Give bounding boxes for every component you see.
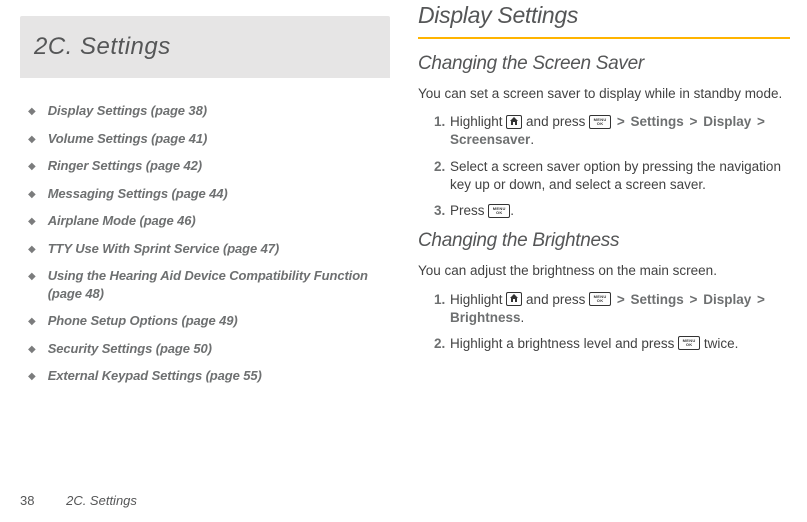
bullet-icon: ◆ [28, 243, 36, 257]
path-display: Display [703, 114, 751, 129]
path-display: Display [703, 292, 751, 307]
path-settings: Settings [631, 114, 684, 129]
bullet-icon: ◆ [28, 160, 36, 174]
menu-ok-icon: MENUOK [678, 336, 700, 350]
page-footer: 38 2C. Settings [20, 493, 137, 508]
toc-label: Phone Setup Options (page 49) [48, 312, 238, 330]
gt-icon: > [755, 114, 767, 129]
toc-label: Airplane Mode (page 46) [48, 212, 196, 230]
toc-label: TTY Use With Sprint Service (page 47) [48, 240, 279, 258]
page-number: 38 [20, 493, 34, 508]
bullet-icon: ◆ [28, 105, 36, 119]
menu-ok-icon: MENUOK [488, 204, 510, 218]
right-column: Display Settings Changing the Screen Sav… [418, 0, 790, 363]
toc-item: ◆ Messaging Settings (page 44) [28, 185, 390, 203]
toc-item: ◆ Security Settings (page 50) [28, 340, 390, 358]
path-settings: Settings [631, 292, 684, 307]
toc-item: ◆ TTY Use With Sprint Service (page 47) [28, 240, 390, 258]
gt-icon: > [615, 292, 627, 307]
screensaver-intro: You can set a screen saver to display wh… [418, 85, 790, 103]
toc-item: ◆ Airplane Mode (page 46) [28, 212, 390, 230]
bullet-icon: ◆ [28, 315, 36, 329]
bullet-icon: ◆ [28, 343, 36, 357]
heading-rule [418, 37, 790, 39]
section-tab: 2C. Settings [20, 16, 390, 78]
bullet-icon: ◆ [28, 270, 36, 284]
left-column: 2C. Settings ◆ Display Settings (page 38)… [20, 16, 390, 395]
toc-item: ◆ Using the Hearing Aid Device Compatibil… [28, 267, 390, 302]
bullet-icon: ◆ [28, 188, 36, 202]
step-number: 1. [434, 291, 445, 309]
step-item: 2. Highlight a brightness level and pres… [434, 335, 790, 353]
step-number: 2. [434, 335, 445, 353]
screensaver-steps: 1. Highlight and press MENUOK > Settings… [418, 113, 790, 220]
path-brightness: Brightness [450, 310, 521, 325]
section-tab-title: 2C. Settings [34, 33, 171, 61]
toc-label: Using the Hearing Aid Device Compatibili… [48, 267, 390, 302]
gt-icon: > [688, 114, 700, 129]
gt-icon: > [615, 114, 627, 129]
gt-icon: > [688, 292, 700, 307]
bullet-icon: ◆ [28, 370, 36, 384]
bullet-icon: ◆ [28, 215, 36, 229]
step-item: 2. Select a screen saver option by press… [434, 158, 790, 194]
toc-item: ◆ Phone Setup Options (page 49) [28, 312, 390, 330]
home-icon [506, 292, 522, 306]
gt-icon: > [755, 292, 767, 307]
toc-item: ◆ Display Settings (page 38) [28, 102, 390, 120]
table-of-contents: ◆ Display Settings (page 38) ◆ Volume Sett… [28, 102, 390, 385]
step-text: Highlight and press MENUOK > Settings > … [450, 292, 767, 325]
step-number: 2. [434, 158, 445, 176]
toc-item: ◆ External Keypad Settings (page 55) [28, 367, 390, 385]
toc-label: Security Settings (page 50) [48, 340, 212, 358]
toc-label: Messaging Settings (page 44) [48, 185, 228, 203]
home-icon [506, 115, 522, 129]
brightness-steps: 1. Highlight and press MENUOK > Settings… [418, 291, 790, 354]
heading-screensaver: Changing the Screen Saver [418, 53, 790, 75]
step-text: Highlight a brightness level and press M… [450, 336, 738, 351]
heading-brightness: Changing the Brightness [418, 230, 790, 252]
toc-item: ◆ Ringer Settings (page 42) [28, 157, 390, 175]
step-number: 1. [434, 113, 445, 131]
heading-display-settings: Display Settings [418, 2, 790, 29]
toc-label: External Keypad Settings (page 55) [48, 367, 262, 385]
toc-item: ◆ Volume Settings (page 41) [28, 130, 390, 148]
step-text: Highlight and press MENUOK > Settings > … [450, 114, 767, 147]
brightness-intro: You can adjust the brightness on the mai… [418, 262, 790, 280]
path-screensaver: Screensaver [450, 132, 530, 147]
step-number: 3. [434, 202, 445, 220]
menu-ok-icon: MENUOK [589, 292, 611, 306]
step-text: Press MENUOK. [450, 203, 514, 218]
toc-label: Ringer Settings (page 42) [48, 157, 202, 175]
menu-ok-icon: MENUOK [589, 115, 611, 129]
step-text: Select a screen saver option by pressing… [450, 159, 781, 192]
footer-section: 2C. Settings [66, 493, 137, 508]
manual-page: 2C. Settings ◆ Display Settings (page 38)… [0, 0, 807, 522]
step-item: 1. Highlight and press MENUOK > Settings… [434, 291, 790, 327]
step-item: 3. Press MENUOK. [434, 202, 790, 220]
bullet-icon: ◆ [28, 133, 36, 147]
step-item: 1. Highlight and press MENUOK > Settings… [434, 113, 790, 149]
toc-label: Display Settings (page 38) [48, 102, 207, 120]
toc-label: Volume Settings (page 41) [48, 130, 208, 148]
